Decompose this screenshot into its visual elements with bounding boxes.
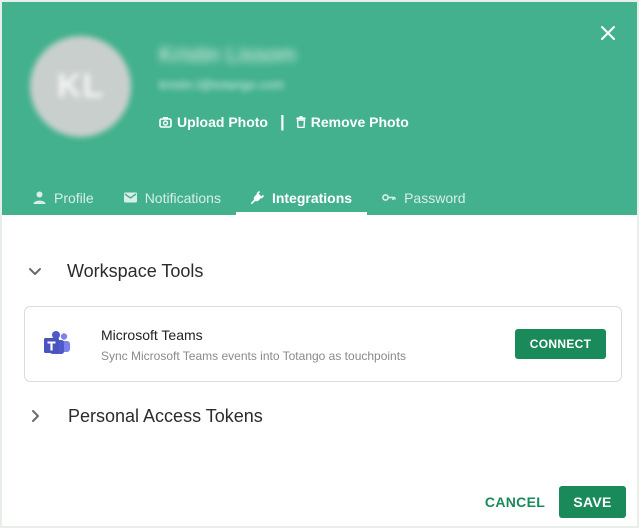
camera-icon	[159, 117, 172, 128]
tab-password[interactable]: Password	[367, 180, 480, 215]
photo-actions: Upload Photo | Remove Photo	[159, 112, 409, 132]
chevron-right-icon	[24, 405, 46, 427]
tab-integrations-label: Integrations	[271, 189, 353, 206]
integration-description: Sync Microsoft Teams events into Totango…	[101, 349, 407, 363]
tab-profile[interactable]: Profile	[18, 180, 109, 215]
remove-photo-button[interactable]: Remove Photo	[296, 114, 409, 130]
user-settings-dialog: KL Kristin Lissom kristin.l@totango.com …	[0, 0, 639, 528]
cancel-button[interactable]: CANCEL	[480, 487, 550, 517]
close-button[interactable]	[598, 23, 618, 43]
tab-password-label: Password	[404, 189, 466, 206]
photo-actions-separator: |	[280, 112, 285, 131]
chevron-down-icon	[24, 260, 46, 282]
mail-icon	[123, 192, 137, 203]
save-button[interactable]: SAVE	[559, 486, 626, 518]
workspace-tools-toggle[interactable]: Workspace Tools	[24, 260, 203, 282]
close-icon	[601, 26, 615, 40]
tab-profile-label: Profile	[54, 189, 94, 206]
user-email: kristin.l@totango.com	[159, 77, 285, 92]
remove-photo-label: Remove Photo	[310, 114, 409, 130]
key-icon	[382, 194, 396, 201]
user-name: Kristin Lissom	[159, 42, 296, 67]
tab-notifications[interactable]: Notifications	[109, 180, 236, 215]
integration-card-microsoft-teams: Microsoft Teams Sync Microsoft Teams eve…	[24, 306, 622, 382]
personal-access-tokens-title: Personal Access Tokens	[68, 405, 263, 426]
workspace-tools-title: Workspace Tools	[67, 260, 204, 281]
avatar-initials: KL	[56, 67, 105, 105]
connect-button[interactable]: CONNECT	[515, 329, 606, 359]
trash-icon	[296, 116, 306, 128]
upload-photo-label: Upload Photo	[177, 114, 268, 130]
tab-integrations[interactable]: Integrations	[235, 180, 368, 215]
personal-access-tokens-toggle[interactable]: Personal Access Tokens	[24, 405, 263, 427]
microsoft-teams-icon	[44, 331, 70, 354]
dialog-header: KL Kristin Lissom kristin.l@totango.com …	[2, 2, 637, 215]
integration-name: Microsoft Teams	[101, 327, 203, 343]
upload-photo-button[interactable]: Upload Photo	[159, 114, 268, 130]
plug-icon	[250, 191, 264, 204]
avatar: KL	[30, 36, 131, 137]
tab-notifications-label: Notifications	[144, 189, 221, 206]
person-icon	[33, 191, 46, 204]
settings-tabs: Profile Notifications Integrations Passw…	[18, 180, 481, 215]
